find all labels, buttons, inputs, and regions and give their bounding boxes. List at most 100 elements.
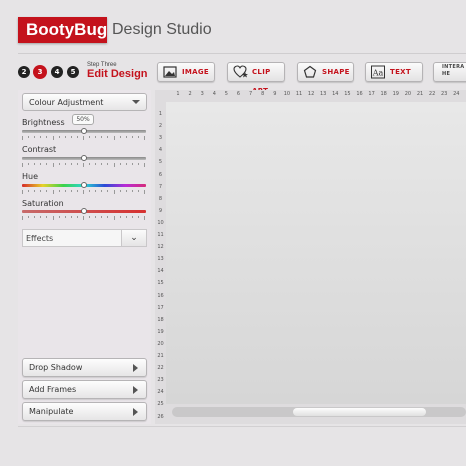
slider-tick [22, 163, 23, 167]
ruler-tick-label: 10 [283, 91, 291, 97]
slider-tick [131, 190, 133, 192]
ruler-tick-label: 9 [158, 207, 163, 214]
ruler-tick-label: 23 [157, 377, 164, 384]
slider-tick [46, 216, 48, 218]
image-button[interactable]: IMAGE [157, 62, 215, 82]
ruler-tick-label: 3 [158, 135, 163, 142]
step-5-button[interactable]: 5 [67, 66, 79, 78]
slider-tick [34, 190, 36, 192]
text-button[interactable]: Aa TEXT [365, 62, 423, 82]
slider-tick [52, 136, 54, 140]
ruler-tick-label: 19 [392, 91, 399, 97]
slider-tick [40, 216, 42, 218]
logo[interactable]: BootyBug [18, 17, 107, 43]
step-4-button[interactable]: 4 [51, 66, 63, 78]
design-canvas[interactable] [166, 102, 466, 404]
add-frames-button[interactable]: Add Frames [22, 380, 147, 399]
contrast-slider-handle[interactable] [81, 155, 87, 161]
saturation-slider-handle[interactable] [81, 208, 87, 214]
slider-tick [95, 136, 97, 138]
slider-tick [95, 190, 97, 192]
slider-tick [125, 136, 127, 138]
slider-tick [137, 190, 139, 192]
slider-tick [144, 136, 145, 140]
slider-tick [107, 190, 109, 192]
slider-tick [131, 136, 133, 138]
slider-tick [144, 216, 145, 220]
step-3-button[interactable]: 3 [33, 65, 47, 79]
ruler-tick-label: 5 [158, 159, 163, 166]
slider-tick [28, 136, 30, 138]
chevron-down-icon[interactable]: ⌄ [121, 230, 146, 246]
brightness-slider-handle[interactable] [81, 128, 87, 134]
interactive-button[interactable]: INTERA HE [433, 62, 466, 82]
hue-label: Hue [22, 172, 39, 181]
hue-slider-handle[interactable] [81, 182, 87, 188]
brightness-label: Brightness [22, 118, 65, 127]
effects-select[interactable]: Effects ⌄ [22, 229, 147, 247]
slider-tick [76, 190, 78, 192]
slider-tick [137, 136, 139, 138]
slider-tick [22, 190, 23, 194]
slider-tick [40, 136, 42, 138]
slider-tick [46, 190, 48, 192]
horizontal-scrollbar-thumb[interactable] [293, 408, 426, 416]
slider-tick [46, 136, 48, 138]
slider-tick [58, 216, 60, 218]
header: BootyBug Design Studio [0, 0, 466, 52]
slider-tick [64, 136, 66, 138]
ruler-tick-label: 11 [295, 91, 303, 97]
slider-tick [107, 136, 109, 138]
ruler-tick-label: 16 [157, 292, 164, 299]
ruler-tick-label: 4 [158, 147, 163, 154]
ruler-tick-label: 22 [428, 91, 436, 97]
ruler-tick-label: 14 [332, 91, 339, 97]
ruler-tick-label: 20 [157, 340, 164, 347]
slider-tick [113, 163, 115, 167]
slider-tick [83, 190, 84, 194]
ruler-tick-label: 1 [176, 91, 180, 97]
ruler-tick-label: 21 [416, 91, 424, 97]
slider-tick [113, 216, 115, 220]
slider-tick [95, 216, 97, 218]
slider-tick [83, 163, 84, 167]
step-2-button[interactable]: 2 [18, 66, 30, 78]
ruler-tick-label: 12 [157, 244, 164, 251]
clip-art-button[interactable]: CLIP ART [227, 62, 285, 95]
arrow-right-icon [133, 408, 138, 416]
ruler-tick-label: 1 [158, 111, 163, 117]
ruler-tick-label: 7 [158, 183, 163, 190]
slider-tick [34, 163, 36, 165]
slider-tick [52, 190, 54, 194]
ruler-tick-label: 13 [157, 256, 164, 263]
slider-tick [64, 190, 66, 192]
slider-tick [131, 163, 133, 165]
ruler-tick-label: 6 [236, 91, 241, 97]
slider-tick [89, 163, 91, 165]
brightness-ticks [22, 136, 146, 140]
shape-button[interactable]: SHAPE [297, 62, 354, 82]
slider-tick [101, 136, 103, 138]
slider-tick [119, 216, 121, 218]
slider-tick [58, 136, 60, 138]
ruler-tick-label: 15 [157, 280, 164, 287]
slider-tick [89, 190, 91, 192]
svg-text:Aa: Aa [372, 69, 384, 78]
slider-tick [28, 216, 30, 218]
footer-divider [18, 426, 466, 427]
ruler-tick-label: 20 [404, 91, 412, 97]
pentagon-icon [303, 65, 317, 79]
ruler-tick-label: 18 [380, 91, 387, 97]
ruler-tick-label: 2 [188, 91, 192, 97]
manipulate-button[interactable]: Manipulate [22, 402, 147, 421]
slider-tick [76, 216, 78, 218]
colour-adjustment-dropdown[interactable]: Colour Adjustment [22, 93, 147, 111]
slider-tick [70, 163, 72, 165]
slider-tick [113, 136, 115, 140]
ruler-tick-label: 2 [158, 123, 163, 130]
slider-tick [58, 163, 60, 165]
drop-shadow-button[interactable]: Drop Shadow [22, 358, 147, 377]
ruler-tick-label: 16 [356, 91, 363, 97]
slider-tick [89, 136, 91, 138]
slider-tick [119, 136, 121, 138]
